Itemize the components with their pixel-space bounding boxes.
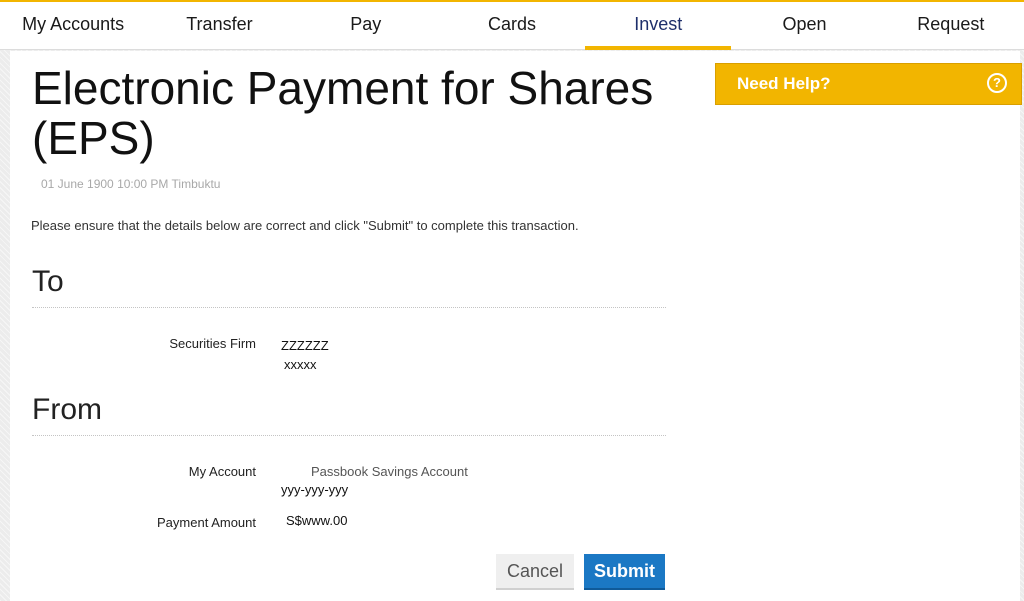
from-section-heading: From xyxy=(32,393,666,436)
instruction-text: Please ensure that the details below are… xyxy=(31,218,579,233)
top-navigation: My Accounts Transfer Pay Cards Invest Op… xyxy=(0,0,1024,50)
question-circle-icon: ? xyxy=(987,73,1007,93)
nav-item-cards[interactable]: Cards xyxy=(439,2,585,49)
account-type: Passbook Savings Account xyxy=(311,464,468,479)
cancel-button[interactable]: Cancel xyxy=(496,554,574,590)
securities-firm-label: Securities Firm xyxy=(169,336,256,351)
submit-button[interactable]: Submit xyxy=(584,554,665,590)
nav-item-transfer[interactable]: Transfer xyxy=(146,2,292,49)
need-help-panel[interactable]: Need Help? ? xyxy=(715,63,1022,105)
my-account-label: My Account xyxy=(188,464,256,479)
page-title: Electronic Payment for Shares (EPS) xyxy=(32,62,654,164)
need-help-label: Need Help? xyxy=(737,74,831,93)
nav-item-pay[interactable]: Pay xyxy=(293,2,439,49)
nav-item-invest[interactable]: Invest xyxy=(585,2,732,50)
timestamp: 01 June 1900 10:00 PM Timbuktu xyxy=(41,177,221,191)
securities-firm-code: xxxxx xyxy=(284,357,317,372)
nav-item-open[interactable]: Open xyxy=(731,2,877,49)
nav-item-my-accounts[interactable]: My Accounts xyxy=(0,2,146,49)
main-content: Electronic Payment for Shares (EPS) 01 J… xyxy=(10,51,1020,601)
nav-item-request[interactable]: Request xyxy=(878,2,1024,49)
to-section-heading: To xyxy=(32,265,666,308)
account-number: yyy-yyy-yyy xyxy=(281,482,349,497)
securities-firm-name: ZZZZZZ xyxy=(281,338,329,353)
payment-amount-label: Payment Amount xyxy=(157,515,256,530)
payment-amount-value: S$www.00 xyxy=(286,513,348,528)
